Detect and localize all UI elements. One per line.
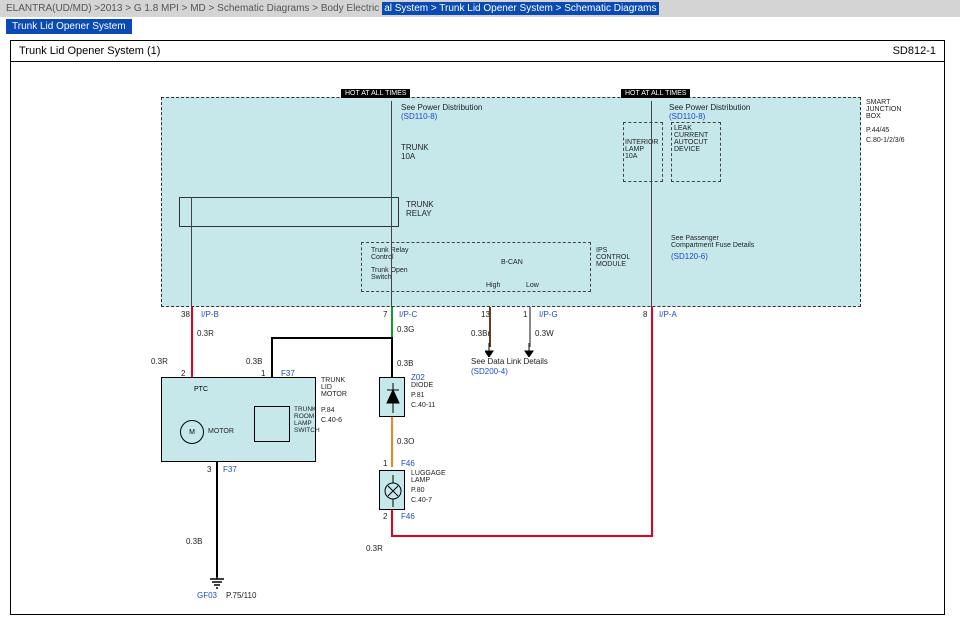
wire-inside-2 — [651, 101, 652, 307]
breadcrumb[interactable]: ELANTRA(UD/MD) >2013 > G 1.8 MPI > MD > … — [0, 0, 960, 17]
trunk-relay-control: Trunk Relay Control — [371, 247, 408, 261]
wire-inside-3 — [191, 197, 192, 307]
see-passenger: See Passenger Compartment Fuse Details — [671, 235, 754, 249]
w03r-2: 0.3R — [151, 357, 168, 366]
w03r-3: 0.3R — [366, 544, 383, 553]
page-subtitle: Trunk Lid Opener System — [6, 19, 132, 34]
luggage-lamp-block — [379, 470, 405, 510]
wire-red-bottom-h — [391, 535, 653, 537]
p80: P.80 — [411, 487, 425, 494]
pin2-lamp: 2 — [383, 512, 387, 521]
c407: C.40-7 — [411, 497, 432, 504]
ground-icon — [209, 575, 225, 589]
motor-label: MOTOR — [208, 428, 234, 435]
diagram-frame: Trunk Lid Opener System (1) SD812-1 HOT … — [10, 40, 945, 615]
pin8: 8 — [643, 310, 647, 319]
p81: P.81 — [411, 392, 425, 399]
trunk-room-switch-box — [254, 406, 290, 442]
trunk-lid-motor-block: PTC M MOTOR TRUNK ROOM LAMP SWITCH — [161, 377, 316, 462]
hot-label-1: HOT AT ALL TIMES — [341, 89, 410, 98]
diode-label: DIODE — [411, 382, 433, 389]
f46-1: F46 — [401, 459, 415, 468]
down-arrows-icon — [485, 343, 535, 357]
luggage-lamp-label: LUGGAGE LAMP — [411, 470, 446, 484]
w03b-2: 0.3B — [397, 359, 413, 368]
trunk-room-lamp-label: TRUNK ROOM LAMP SWITCH — [294, 406, 320, 434]
hot-label-2: HOT AT ALL TIMES — [621, 89, 690, 98]
wire-inside-1 — [391, 101, 392, 307]
data-link-details: See Data Link Details — [471, 357, 548, 366]
c4011: C.40-11 — [411, 402, 435, 409]
f37-2: F37 — [223, 465, 237, 474]
title-bar: Trunk Lid Opener System (1) SD812-1 — [11, 41, 944, 62]
trunk-lid-motor-label: TRUNK LID MOTOR — [321, 377, 347, 398]
bcan-high: High — [486, 282, 500, 289]
ipg: I/P-G — [539, 310, 558, 319]
p84: P.84 — [321, 407, 335, 414]
wire-brown — [489, 307, 491, 347]
ipc: I/P-C — [399, 310, 417, 319]
w03g: 0.3G — [397, 325, 414, 334]
w03br: 0.3Br — [471, 329, 490, 338]
bcan-low: Low — [526, 282, 539, 289]
wire-orange — [391, 417, 393, 467]
p4445: P.44/45 — [866, 127, 889, 134]
z02: Z02 — [411, 373, 425, 382]
diagram-id: SD812-1 — [893, 45, 936, 57]
c406: C.40-6 — [321, 417, 342, 424]
pin7: 7 — [383, 310, 387, 319]
see-power-2: See Power Distribution — [669, 103, 750, 112]
sd1108-2: (SD110-8) — [669, 112, 705, 121]
w03r-1: 0.3R — [197, 329, 214, 338]
pin1-lamp: 1 — [383, 459, 387, 468]
smart-junction-label: SMART JUNCTION BOX — [866, 99, 901, 120]
w03o: 0.3O — [397, 437, 414, 446]
sd1108-1: (SD110-8) — [401, 112, 437, 121]
diagram-area: HOT AT ALL TIMES HOT AT ALL TIMES See Po… — [11, 67, 944, 614]
leak-current-label: LEAK CURRENT AUTOCUT DEVICE — [674, 125, 708, 153]
w03b-1: 0.3B — [246, 357, 262, 366]
see-power-1: See Power Distribution — [401, 103, 482, 112]
gf03: GF03 — [197, 591, 217, 600]
ips-control-label: IPS CONTROL MODULE — [596, 247, 630, 268]
sd1206: (SD120-6) — [671, 252, 708, 261]
pin1: 1 — [523, 310, 527, 319]
diode-block — [379, 377, 405, 417]
wire-black-ground — [216, 462, 218, 577]
ipb: I/P-B — [201, 310, 219, 319]
bcan-label: B-CAN — [501, 259, 523, 266]
hwire-black-1 — [271, 337, 393, 339]
ipa: I/P-A — [659, 310, 677, 319]
vwire-black-2 — [391, 337, 393, 377]
diode-icon — [380, 378, 406, 418]
pin3-motor: 3 — [207, 465, 211, 474]
wire-red-to-motor — [191, 367, 193, 377]
ptc-label: PTC — [194, 386, 208, 393]
breadcrumb-part1: ELANTRA(UD/MD) >2013 > G 1.8 MPI > MD > … — [6, 3, 379, 14]
trunk-relay-label: TRUNK RELAY — [406, 200, 434, 218]
breadcrumb-highlight: al System > Trunk Lid Opener System > Sc… — [382, 2, 658, 15]
w03w: 0.3W — [535, 329, 554, 338]
lamp-icon — [380, 471, 406, 511]
wire-white — [529, 307, 531, 347]
wire-red-lamp-down — [391, 510, 393, 537]
c80: C.80-1/2/3/6 — [866, 137, 905, 144]
wire-green — [391, 307, 393, 337]
diagram-title: Trunk Lid Opener System (1) — [19, 45, 160, 57]
wire-red-right — [651, 307, 653, 537]
p75110: P.75/110 — [226, 591, 256, 600]
vwire-black-1 — [271, 337, 273, 377]
pin38: 38 — [181, 310, 190, 319]
trunk-relay-block — [179, 197, 399, 227]
interior-10a-label: INTERIOR LAMP 10A — [625, 139, 658, 160]
sd2004: (SD200-4) — [471, 367, 508, 376]
w03b-3: 0.3B — [186, 537, 202, 546]
f46-2: F46 — [401, 512, 415, 521]
motor-icon: M — [180, 420, 204, 444]
wire-red-left — [191, 307, 193, 367]
trunk-10a: TRUNK 10A — [401, 143, 429, 161]
trunk-open-switch: Trunk Open Switch — [371, 267, 408, 281]
